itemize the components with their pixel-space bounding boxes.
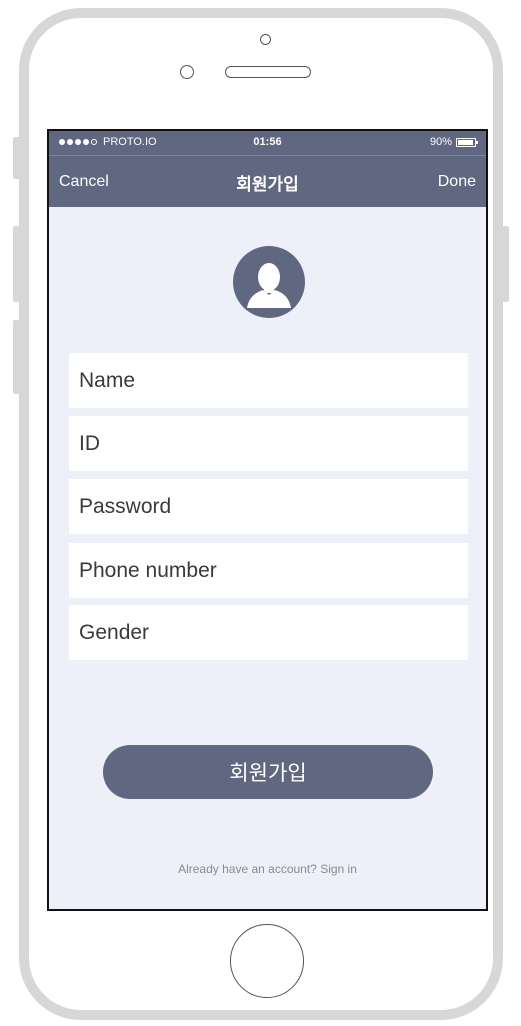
done-button[interactable]: Done bbox=[438, 173, 476, 191]
name-field[interactable] bbox=[69, 353, 468, 408]
password-field[interactable] bbox=[69, 479, 468, 534]
status-right: 90% bbox=[429, 136, 478, 148]
home-button[interactable] bbox=[230, 924, 304, 998]
power-button bbox=[502, 226, 509, 302]
status-time: 01:56 bbox=[253, 136, 282, 148]
battery-icon bbox=[456, 137, 478, 147]
front-sensor bbox=[260, 34, 271, 45]
avatar[interactable] bbox=[233, 246, 305, 318]
phone-screen: PROTO.IO 01:56 90% Cancel 회원가입 Done 회원가입… bbox=[47, 129, 488, 911]
front-camera bbox=[180, 65, 194, 79]
user-silhouette-icon bbox=[247, 263, 291, 308]
sign-in-link[interactable]: Already have an account? Sign in bbox=[49, 862, 486, 876]
earpiece-speaker bbox=[225, 66, 311, 78]
gender-field[interactable] bbox=[69, 605, 468, 660]
battery-percent: 90% bbox=[429, 136, 452, 148]
signup-button[interactable]: 회원가입 bbox=[103, 745, 433, 799]
phone-number-field[interactable] bbox=[69, 543, 468, 598]
navigation-bar: Cancel 회원가입 Done bbox=[49, 155, 486, 207]
status-bar: PROTO.IO 01:56 90% bbox=[49, 131, 486, 155]
id-field[interactable] bbox=[69, 416, 468, 471]
page-title: 회원가입 bbox=[236, 175, 299, 195]
